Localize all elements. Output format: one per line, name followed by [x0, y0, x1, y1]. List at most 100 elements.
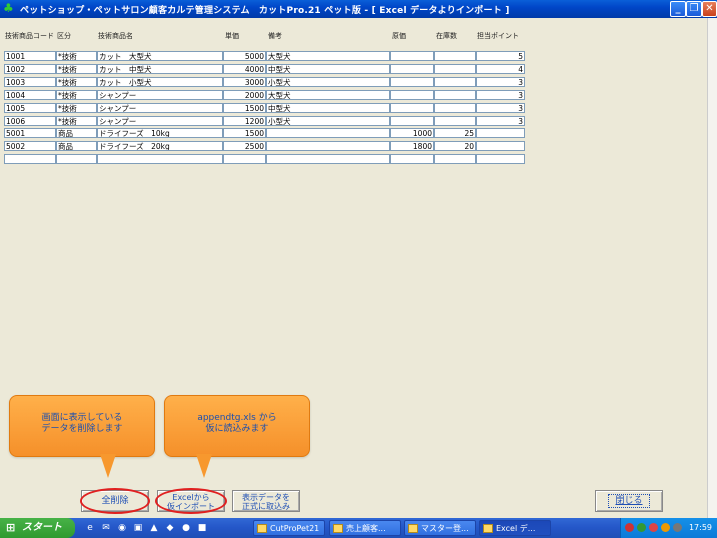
- tray-icon-1[interactable]: [625, 523, 634, 532]
- acrobat-icon[interactable]: ◆: [164, 522, 176, 534]
- cell-kubun[interactable]: *技術: [56, 89, 97, 100]
- cell-price[interactable]: 2500: [223, 141, 266, 152]
- cell-name[interactable]: ドライフーズ 10kg: [97, 128, 223, 139]
- cell-note[interactable]: 大型犬: [266, 51, 390, 61]
- taskbar-item[interactable]: Excel デ...: [479, 520, 551, 536]
- app-icon-a[interactable]: ▲: [148, 522, 160, 534]
- cell-cost[interactable]: [390, 102, 434, 113]
- cell-price[interactable]: 1500: [223, 102, 266, 113]
- cell-stock[interactable]: [434, 154, 476, 165]
- cell-cost[interactable]: [390, 76, 434, 87]
- cell-stock[interactable]: [434, 63, 476, 74]
- media-icon[interactable]: ◉: [116, 522, 128, 534]
- cell-cost[interactable]: [390, 63, 434, 74]
- cell-price[interactable]: 1200: [223, 115, 266, 126]
- taskbar-item[interactable]: CutProPet21: [253, 520, 325, 536]
- app-icon-b[interactable]: ●: [180, 522, 192, 534]
- cell-code[interactable]: 1004: [4, 89, 56, 100]
- cell-cost[interactable]: [390, 89, 434, 100]
- cell-points[interactable]: 4: [476, 63, 525, 74]
- cell-name[interactable]: カット 大型犬: [97, 51, 223, 61]
- cell-points[interactable]: 3: [476, 89, 525, 100]
- close-button[interactable]: 閉じる: [595, 490, 663, 512]
- cell-kubun[interactable]: 商品: [56, 141, 97, 152]
- cell-kubun[interactable]: *技術: [56, 115, 97, 126]
- app-icon-c[interactable]: ■: [196, 522, 208, 534]
- minimize-icon[interactable]: _: [670, 1, 686, 17]
- cell-price[interactable]: 3000: [223, 76, 266, 87]
- cell-code[interactable]: 1005: [4, 102, 56, 113]
- cell-stock[interactable]: 20: [434, 141, 476, 152]
- cell-price[interactable]: 4000: [223, 63, 266, 74]
- cell-code[interactable]: 1003: [4, 76, 56, 87]
- cell-points[interactable]: [476, 141, 525, 152]
- cell-note[interactable]: 中型犬: [266, 102, 390, 113]
- cell-name[interactable]: カット 中型犬: [97, 63, 223, 74]
- cell-stock[interactable]: [434, 89, 476, 100]
- cell-kubun[interactable]: *技術: [56, 51, 97, 61]
- cell-name[interactable]: シャンプー: [97, 89, 223, 100]
- cell-name[interactable]: [97, 154, 223, 165]
- cell-points[interactable]: 5: [476, 51, 525, 61]
- outlook-icon[interactable]: ✉: [100, 522, 112, 534]
- cell-kubun[interactable]: 商品: [56, 128, 97, 139]
- cell-note[interactable]: [266, 154, 390, 165]
- import-button[interactable]: Excelから 仮インポート: [157, 490, 225, 512]
- cell-price[interactable]: 2000: [223, 89, 266, 100]
- cell-stock[interactable]: [434, 115, 476, 126]
- cell-code[interactable]: 1006: [4, 115, 56, 126]
- cell-code[interactable]: 5001: [4, 128, 56, 139]
- ie-icon[interactable]: e: [84, 522, 96, 534]
- commit-button[interactable]: 表示データを 正式に取込み: [232, 490, 300, 512]
- cell-stock[interactable]: 25: [434, 128, 476, 139]
- desktop-icon[interactable]: ▣: [132, 522, 144, 534]
- cell-kubun[interactable]: *技術: [56, 102, 97, 113]
- speaker-icon[interactable]: [673, 523, 682, 532]
- cell-kubun[interactable]: [56, 154, 97, 165]
- cell-points[interactable]: [476, 128, 525, 139]
- tray-icon-3[interactable]: [649, 523, 658, 532]
- cell-cost[interactable]: [390, 51, 434, 61]
- taskbar-item[interactable]: マスター登...: [404, 520, 476, 536]
- cell-price[interactable]: 5000: [223, 51, 266, 61]
- cell-note[interactable]: 小型犬: [266, 115, 390, 126]
- cell-points[interactable]: [476, 154, 525, 165]
- tree-icon[interactable]: ♣: [3, 2, 15, 15]
- cell-cost[interactable]: 1000: [390, 128, 434, 139]
- cell-price[interactable]: [223, 154, 266, 165]
- cell-points[interactable]: 3: [476, 115, 525, 126]
- close-icon[interactable]: ✕: [702, 1, 717, 17]
- cell-kubun[interactable]: *技術: [56, 63, 97, 74]
- taskbar-item[interactable]: 売上顧客...: [329, 520, 401, 536]
- cell-name[interactable]: シャンプー: [97, 102, 223, 113]
- delete-all-button[interactable]: 全削除: [81, 490, 149, 512]
- restore-icon[interactable]: ❐: [686, 1, 702, 17]
- cell-kubun[interactable]: *技術: [56, 76, 97, 87]
- cell-stock[interactable]: [434, 76, 476, 87]
- cell-code[interactable]: [4, 154, 56, 165]
- cell-stock[interactable]: [434, 51, 476, 61]
- cell-cost[interactable]: [390, 115, 434, 126]
- cell-cost[interactable]: 1800: [390, 141, 434, 152]
- tray-icon-4[interactable]: [661, 523, 670, 532]
- cell-note[interactable]: [266, 128, 390, 139]
- start-button[interactable]: ⊞ スタート: [0, 518, 75, 538]
- cell-code[interactable]: 1001: [4, 51, 56, 61]
- cell-note[interactable]: 小型犬: [266, 76, 390, 87]
- cell-note[interactable]: 中型犬: [266, 63, 390, 74]
- cell-points[interactable]: 3: [476, 76, 525, 87]
- cell-name[interactable]: ドライフーズ 20kg: [97, 141, 223, 152]
- cell-points[interactable]: 3: [476, 102, 525, 113]
- cell-price[interactable]: 1500: [223, 128, 266, 139]
- cell-stock[interactable]: [434, 102, 476, 113]
- taskbar-item-label: マスター登...: [421, 524, 469, 533]
- cell-code[interactable]: 1002: [4, 63, 56, 74]
- cell-cost[interactable]: [390, 154, 434, 165]
- cell-code[interactable]: 5002: [4, 141, 56, 152]
- cell-note[interactable]: [266, 141, 390, 152]
- cell-note[interactable]: 大型犬: [266, 89, 390, 100]
- vertical-scrollbar[interactable]: [707, 18, 717, 518]
- cell-name[interactable]: カット 小型犬: [97, 76, 223, 87]
- tray-icon-2[interactable]: [637, 523, 646, 532]
- cell-name[interactable]: シャンプー: [97, 115, 223, 126]
